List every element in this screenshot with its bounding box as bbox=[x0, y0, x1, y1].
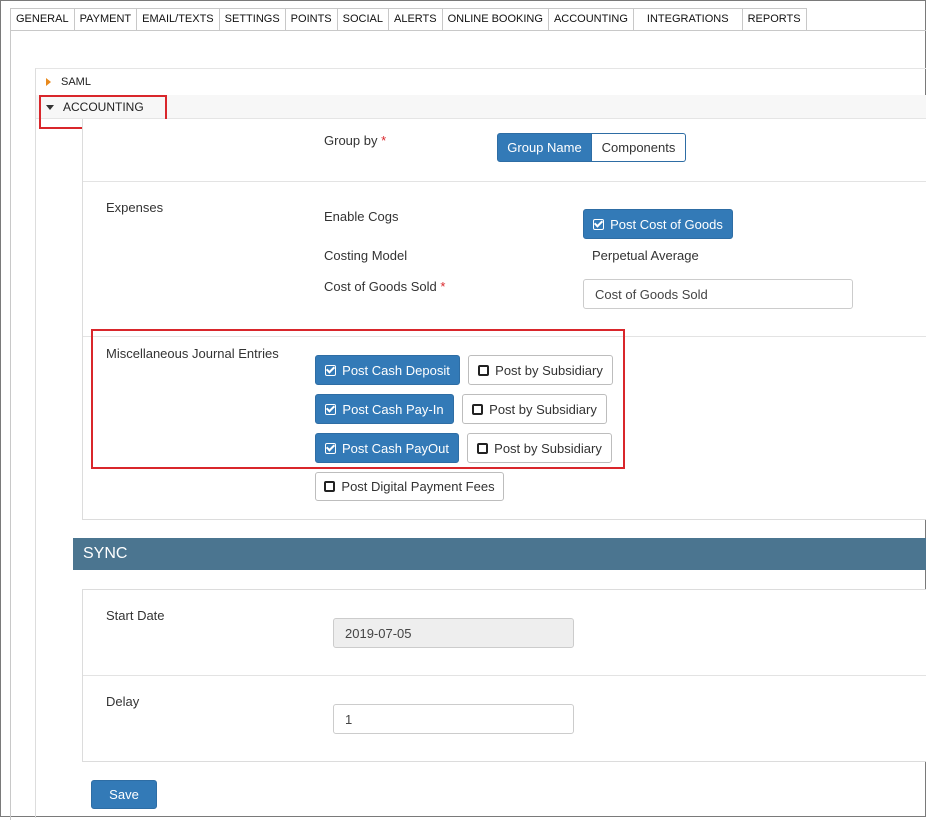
tab-reports[interactable]: REPORTS bbox=[741, 8, 807, 31]
checked-checkbox-icon bbox=[593, 218, 605, 230]
cogs-account-field[interactable]: Cost of Goods Sold bbox=[583, 279, 853, 309]
group-name-button[interactable]: Group Name bbox=[497, 133, 592, 162]
tab-online-booking[interactable]: ONLINE BOOKING bbox=[441, 8, 549, 31]
tab-general[interactable]: GENERAL bbox=[10, 8, 75, 31]
top-tab-bar: GENERAL PAYMENT EMAIL/TEXTS SETTINGS POI… bbox=[10, 8, 807, 31]
group-by-label: Group by * bbox=[324, 133, 386, 148]
start-date-label: Start Date bbox=[106, 608, 165, 623]
caret-right-icon bbox=[46, 78, 51, 86]
divider bbox=[83, 181, 926, 182]
content-border bbox=[10, 30, 11, 820]
post-digital-payment-fees-toggle[interactable]: Post Digital Payment Fees bbox=[315, 472, 504, 501]
save-button[interactable]: Save bbox=[91, 780, 157, 809]
start-date-field[interactable]: 2019-07-05 bbox=[333, 618, 574, 648]
post-digital-payment-fees-label: Post Digital Payment Fees bbox=[341, 479, 495, 494]
tab-settings[interactable]: SETTINGS bbox=[218, 8, 286, 31]
post-cost-of-goods-toggle[interactable]: Post Cost of Goods bbox=[583, 209, 733, 239]
costing-model-value: Perpetual Average bbox=[592, 248, 699, 263]
tab-social[interactable]: SOCIAL bbox=[336, 8, 389, 31]
saml-label: SAML bbox=[61, 76, 91, 88]
tab-accounting[interactable]: ACCOUNTING bbox=[547, 8, 634, 31]
saml-section-header[interactable]: SAML bbox=[46, 76, 91, 88]
tab-points[interactable]: POINTS bbox=[284, 8, 338, 31]
delay-label: Delay bbox=[106, 694, 140, 709]
costing-model-label: Costing Model bbox=[324, 248, 408, 263]
group-by-text: Group by bbox=[324, 133, 378, 148]
unchecked-checkbox-icon bbox=[324, 481, 336, 492]
required-mark: * bbox=[381, 133, 387, 148]
tab-divider bbox=[10, 30, 926, 31]
cogs-label-text: Cost of Goods Sold bbox=[324, 279, 437, 294]
accounting-header-bar bbox=[36, 95, 926, 119]
tab-email-texts[interactable]: EMAIL/TEXTS bbox=[136, 8, 220, 31]
components-button[interactable]: Components bbox=[592, 133, 686, 162]
required-mark: * bbox=[440, 279, 446, 294]
sync-section-header: SYNC bbox=[73, 538, 926, 570]
expenses-label: Expenses bbox=[106, 200, 164, 215]
delay-field[interactable]: 1 bbox=[333, 704, 574, 734]
post-cost-of-goods-label: Post Cost of Goods bbox=[610, 216, 723, 232]
misc-entries-highlight-box bbox=[91, 329, 625, 469]
tab-payment[interactable]: PAYMENT bbox=[73, 8, 138, 31]
enable-cogs-label: Enable Cogs bbox=[324, 209, 399, 224]
tab-integrations[interactable]: INTEGRATIONS bbox=[632, 8, 743, 31]
cogs-label: Cost of Goods Sold * bbox=[324, 279, 445, 294]
tab-alerts[interactable]: ALERTS bbox=[387, 8, 443, 31]
divider bbox=[83, 675, 926, 676]
